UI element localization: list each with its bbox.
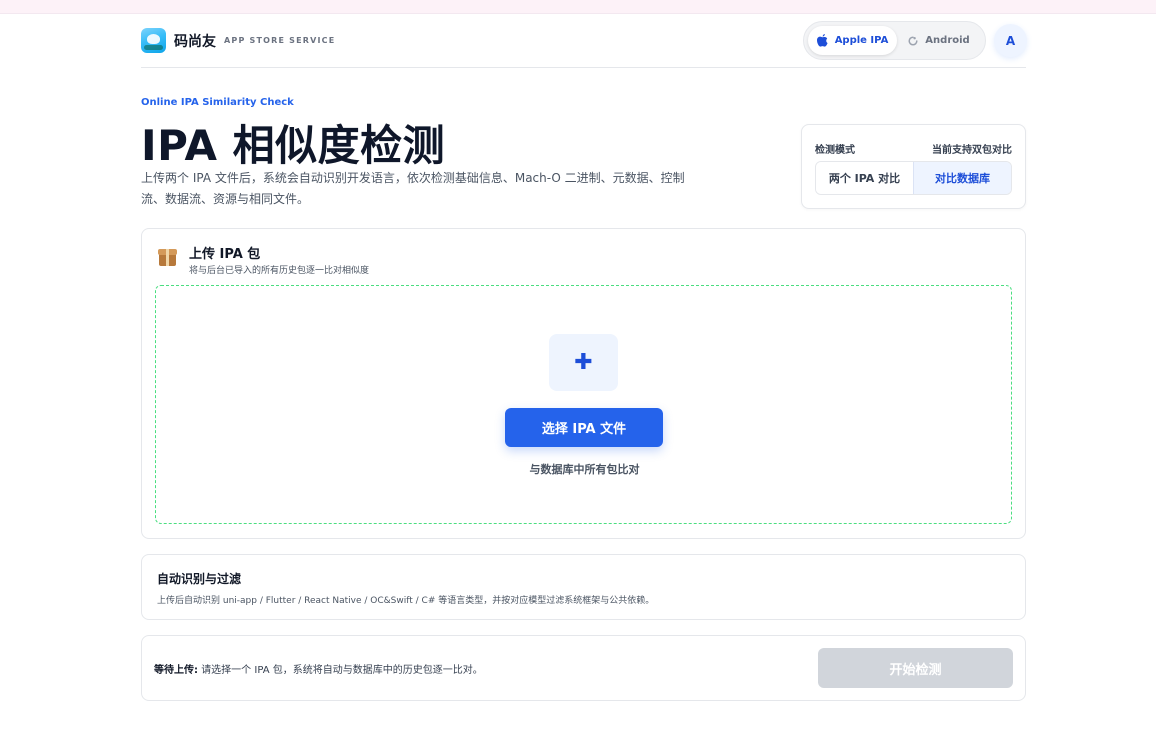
mode-option-two-ipa[interactable]: 两个 IPA 对比 — [816, 162, 913, 194]
brand-logo-icon — [141, 28, 166, 53]
status-label: 等待上传: — [154, 665, 198, 676]
platform-option-apple-ipa[interactable]: Apple IPA — [808, 26, 897, 55]
user-avatar[interactable]: A — [994, 24, 1027, 57]
plus-glyph: ✚ — [574, 349, 593, 375]
filter-title: 自动识别与过滤 — [157, 572, 242, 586]
page-container: 码尚友 APP STORE SERVICE Apple IPA Android … — [141, 14, 1027, 701]
platform-option-android[interactable]: Android — [897, 26, 981, 55]
top-header: 码尚友 APP STORE SERVICE Apple IPA Android … — [141, 14, 1027, 68]
brand[interactable]: 码尚友 APP STORE SERVICE — [141, 28, 335, 53]
choose-ipa-file-button[interactable]: 选择 IPA 文件 — [505, 408, 663, 447]
mode-note: 当前支持双包对比 — [932, 145, 1012, 156]
package-icon — [158, 249, 178, 267]
upload-title: 上传 IPA 包 — [189, 247, 261, 262]
platform-option-label: Android — [925, 35, 970, 46]
page-eyebrow: Online IPA Similarity Check — [141, 97, 294, 108]
mode-label: 检测模式 — [815, 145, 855, 156]
start-detection-button[interactable]: 开始检测 — [818, 648, 1013, 688]
action-bar: 等待上传: 请选择一个 IPA 包，系统将自动与数据库中的历史包逐一比对。 开始… — [141, 635, 1026, 701]
page-description: 上传两个 IPA 文件后，系统会自动识别开发语言，依次检测基础信息、Mach-O… — [141, 171, 685, 206]
page-title: IPA 相似度检测 — [141, 121, 446, 170]
detection-mode-card: 检测模式 当前支持双包对比 两个 IPA 对比 对比数据库 — [801, 124, 1026, 209]
platform-toggle: Apple IPA Android — [803, 21, 986, 60]
platform-option-label: Apple IPA — [834, 35, 889, 46]
plus-icon[interactable]: ✚ — [549, 334, 618, 391]
brand-subtitle: APP STORE SERVICE — [224, 36, 336, 45]
upload-subtitle: 将与后台已导入的所有历史包逐一比对相似度 — [189, 266, 370, 276]
apple-icon — [816, 34, 828, 47]
brand-name: 码尚友 — [174, 33, 216, 50]
mode-option-database[interactable]: 对比数据库 — [913, 162, 1011, 194]
mode-segmented-control: 两个 IPA 对比 对比数据库 — [815, 161, 1012, 195]
dropzone-hint: 与数据库中所有包比对 — [529, 463, 640, 476]
top-strip — [0, 0, 1156, 14]
auto-filter-card: 自动识别与过滤 上传后自动识别 uni-app / Flutter / Reac… — [141, 554, 1026, 620]
upload-card: 上传 IPA 包 将与后台已导入的所有历史包逐一比对相似度 ✚ 选择 IPA 文… — [141, 228, 1026, 539]
filter-description: 上传后自动识别 uni-app / Flutter / React Native… — [157, 596, 655, 606]
status-message: 请选择一个 IPA 包，系统将自动与数据库中的历史包逐一比对。 — [201, 665, 483, 676]
file-dropzone[interactable]: ✚ 选择 IPA 文件 与数据库中所有包比对 — [155, 285, 1012, 524]
android-icon — [908, 35, 918, 46]
upload-status: 等待上传: 请选择一个 IPA 包，系统将自动与数据库中的历史包逐一比对。 — [154, 661, 483, 676]
